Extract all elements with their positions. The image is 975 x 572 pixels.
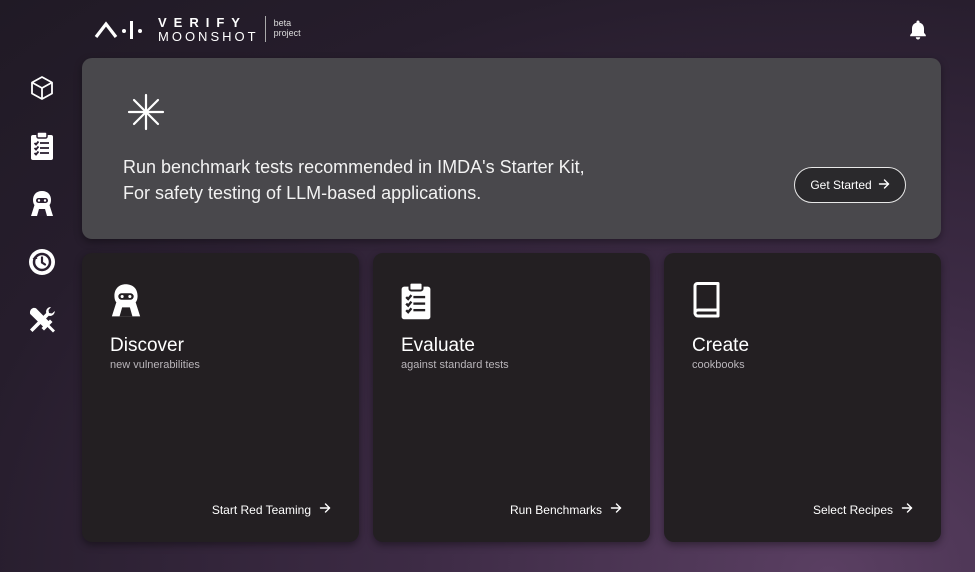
get-started-label: Get Started	[810, 178, 872, 192]
evaluate-card[interactable]: Evaluate against standard tests Run Benc…	[373, 253, 650, 542]
logo-verify-text: VERIFY	[158, 14, 247, 30]
banner-line-1: Run benchmark tests recommended in IMDA'…	[123, 157, 585, 177]
project-label: project	[273, 28, 301, 38]
beta-badge: beta project	[273, 18, 301, 39]
starter-kit-banner: Run benchmark tests recommended in IMDA'…	[82, 58, 941, 239]
card-link-label: Start Red Teaming	[211, 502, 311, 517]
banner-line-2: For safety testing of LLM-based applicat…	[123, 183, 482, 203]
cube-icon[interactable]	[26, 72, 58, 104]
card-subtitle: against standard tests	[401, 359, 509, 371]
card-link-label: Select Recipes	[812, 502, 893, 517]
card-title: Create	[692, 335, 750, 356]
select-recipes-link[interactable]: Select Recipes	[813, 502, 913, 517]
card-subtitle: new vulnerabilities	[110, 359, 200, 371]
logo-mark-icon	[94, 18, 150, 40]
red-teaming-agent-icon	[108, 281, 144, 321]
card-subtitle: cookbooks	[692, 359, 745, 371]
clipboard-list-icon[interactable]	[26, 130, 58, 162]
book-icon	[690, 281, 726, 321]
arrow-right-icon	[319, 502, 331, 517]
start-red-teaming-link[interactable]: Start Red Teaming	[212, 502, 331, 517]
logo-moonshot-text: MOONSHOT	[158, 28, 259, 44]
card-title: Discover	[110, 335, 184, 356]
create-card[interactable]: Create cookbooks Select Recipes	[664, 253, 941, 542]
bell-icon[interactable]	[906, 18, 930, 42]
app-logo[interactable]: VERIFY MOONSHOT beta project	[94, 14, 301, 44]
discover-card[interactable]: Discover new vulnerabilities Start Red T…	[82, 253, 359, 542]
clipboard-list-icon	[399, 281, 435, 321]
sidebar-nav	[26, 72, 58, 362]
arrow-right-icon	[610, 502, 622, 517]
arrow-right-icon	[878, 178, 890, 193]
arrow-right-icon	[901, 502, 913, 517]
get-started-button[interactable]: Get Started	[794, 167, 906, 203]
card-title: Evaluate	[401, 335, 475, 356]
history-icon[interactable]	[26, 246, 58, 278]
red-teaming-agent-icon[interactable]	[26, 188, 58, 220]
card-link-label: Run Benchmarks	[509, 502, 602, 517]
logo-divider	[264, 16, 266, 42]
tools-icon[interactable]	[26, 304, 58, 336]
sparkle-asterisk-icon	[126, 92, 166, 132]
banner-description: Run benchmark tests recommended in IMDA'…	[123, 154, 585, 206]
run-benchmarks-link[interactable]: Run Benchmarks	[510, 502, 622, 517]
